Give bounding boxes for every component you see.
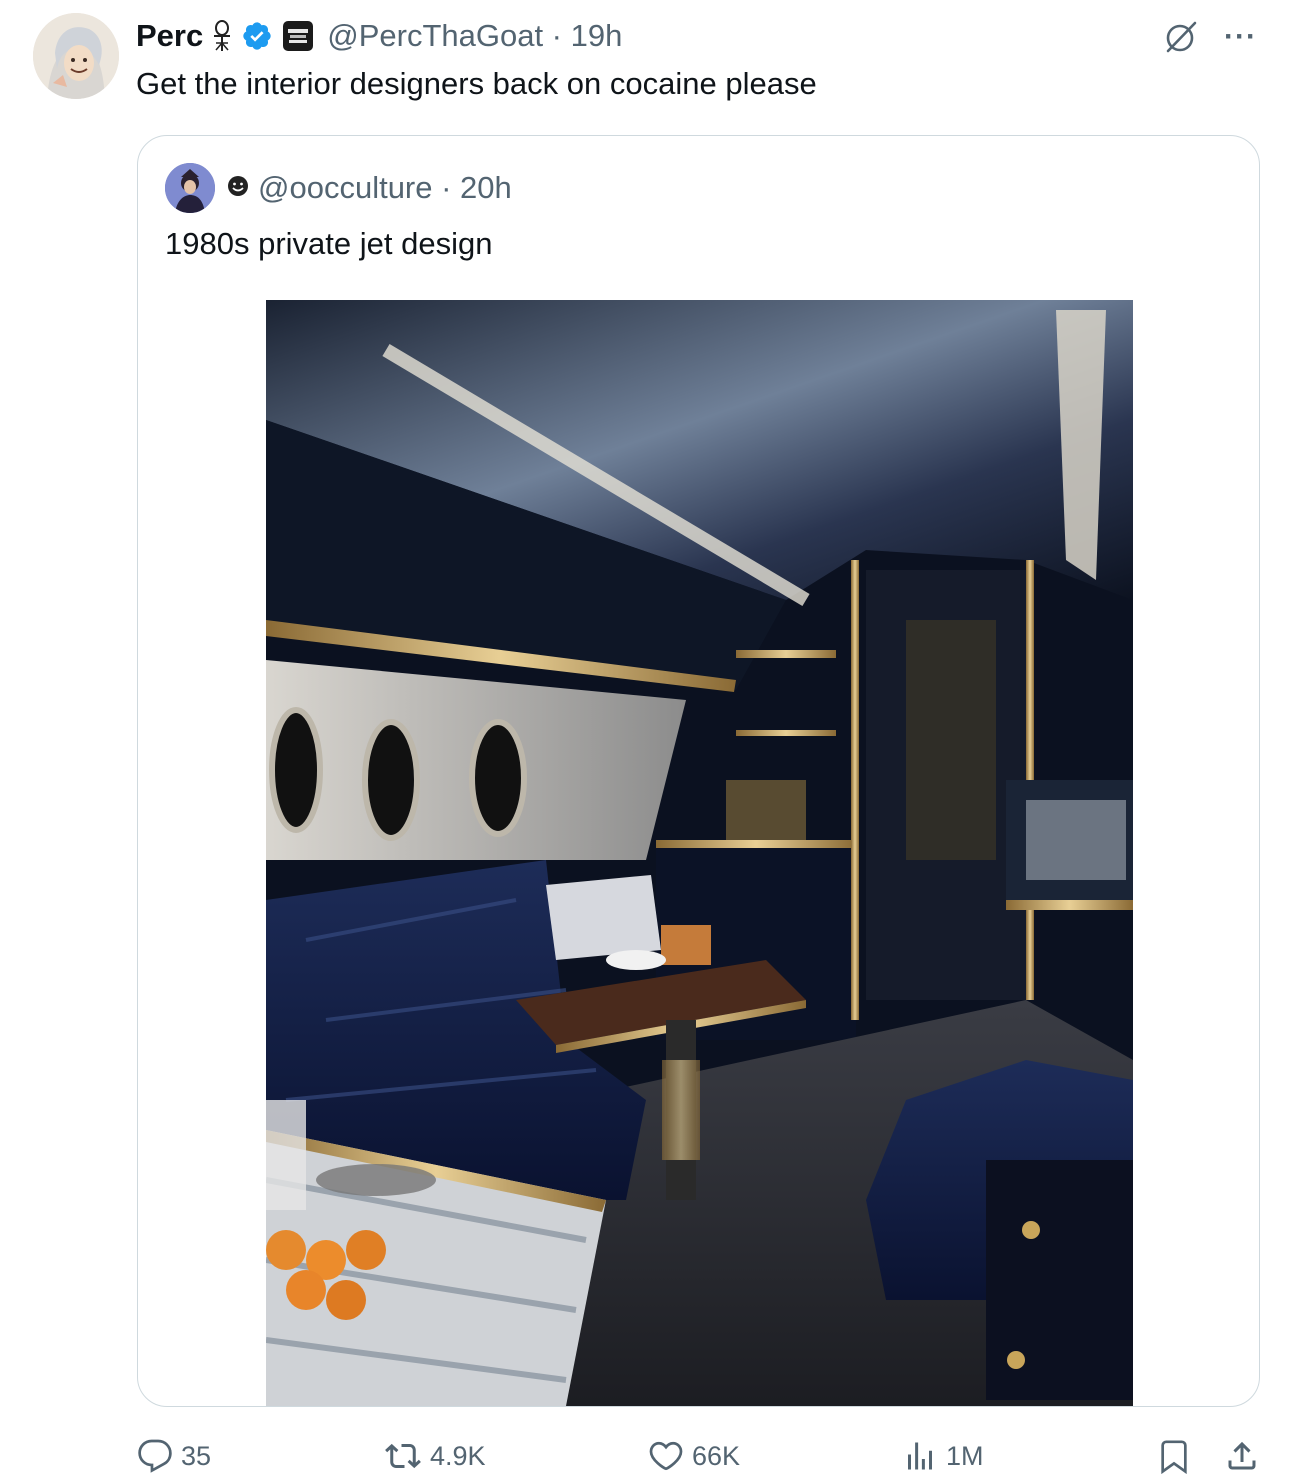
bookmark-icon xyxy=(1157,1438,1191,1474)
share-icon xyxy=(1224,1438,1260,1474)
quoted-tweet[interactable]: @oocculture · 20h 1980s private jet desi… xyxy=(137,135,1260,1407)
like-count: 66K xyxy=(692,1440,741,1471)
bookmark-button[interactable] xyxy=(1157,1434,1191,1478)
repost-icon xyxy=(384,1438,422,1474)
quoted-author-avatar[interactable] xyxy=(165,163,215,213)
reply-button[interactable]: 35 xyxy=(137,1434,211,1478)
ankh-emoji-icon xyxy=(211,19,233,53)
affiliate-badge-icon[interactable] xyxy=(283,21,314,51)
like-button[interactable]: 66K xyxy=(648,1434,740,1478)
share-button[interactable] xyxy=(1224,1434,1260,1478)
verified-badge-icon[interactable] xyxy=(241,20,273,52)
views-count: 1M xyxy=(946,1440,984,1471)
reply-count: 35 xyxy=(181,1440,212,1471)
tweet-header: Perc @PercThaGoat · 19h xyxy=(136,14,622,58)
more-icon[interactable]: ··· xyxy=(1224,22,1257,52)
author-handle-time[interactable]: @PercThaGoat · 19h xyxy=(327,18,622,54)
views-icon xyxy=(902,1438,938,1474)
views-button[interactable]: 1M xyxy=(902,1434,984,1478)
author-avatar[interactable] xyxy=(33,13,119,99)
quoted-tweet-text: 1980s private jet design xyxy=(165,226,493,261)
like-icon xyxy=(648,1438,684,1474)
author-display-name[interactable]: Perc xyxy=(136,18,203,54)
quoted-tweet-header: @oocculture · 20h xyxy=(226,168,512,208)
grok-icon[interactable] xyxy=(1163,19,1199,60)
repost-button[interactable]: 4.9K xyxy=(384,1434,486,1478)
tweet-text: Get the interior designers back on cocai… xyxy=(136,66,817,101)
quoted-tweet-image[interactable] xyxy=(266,300,1133,1406)
smiley-emoji-icon xyxy=(226,174,250,203)
quoted-author-handle-time[interactable]: @oocculture · 20h xyxy=(258,170,512,206)
repost-count: 4.9K xyxy=(430,1440,486,1471)
reply-icon xyxy=(137,1438,173,1474)
